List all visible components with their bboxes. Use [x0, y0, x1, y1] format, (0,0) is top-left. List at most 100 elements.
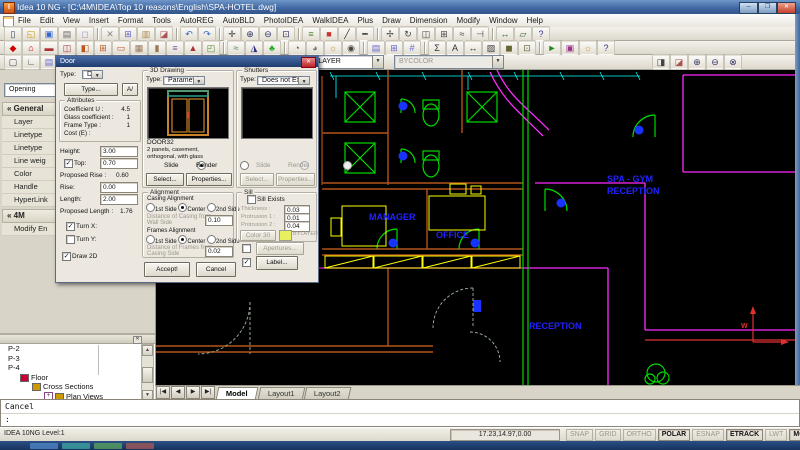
undo-icon[interactable]: ↶ — [181, 27, 197, 41]
menu-item-edit[interactable]: Edit — [40, 16, 54, 25]
casing-center-radio[interactable] — [178, 203, 187, 212]
sill-color-swatch[interactable] — [279, 230, 292, 241]
menu-item-draw[interactable]: Draw — [382, 16, 401, 25]
erase-2-icon[interactable]: ◪ — [671, 55, 687, 69]
draw-2d-checkbox[interactable]: ✓ — [62, 252, 71, 261]
window-tool-icon[interactable]: ⊞ — [95, 41, 111, 55]
door-tool-icon[interactable]: ◧ — [77, 41, 93, 55]
open-file-icon[interactable]: ◱ — [23, 27, 39, 41]
menu-item-insert[interactable]: Insert — [89, 16, 109, 25]
topography-icon[interactable]: ≈ — [228, 41, 244, 55]
tree-item-p-2[interactable]: P-2 — [2, 344, 142, 354]
text-tool-icon[interactable]: A — [447, 41, 463, 55]
area-icon[interactable]: ▱ — [515, 27, 531, 41]
frames-distance-field[interactable]: 0.02 — [205, 246, 233, 257]
rotate-icon[interactable]: ↻ — [400, 27, 416, 41]
opening-icon[interactable]: ◫ — [59, 41, 75, 55]
stairs-icon[interactable]: ≡ — [167, 41, 183, 55]
offset-icon[interactable]: ≈ — [454, 27, 470, 41]
linetype-control-icon[interactable]: ╱ — [339, 27, 355, 41]
help-icon[interactable]: ? — [533, 27, 549, 41]
type-button[interactable]: Type... — [64, 83, 118, 96]
cancel-button[interactable]: Cancel — [196, 262, 236, 277]
north-arrow-icon[interactable]: ◮ — [246, 41, 262, 55]
toggle-model[interactable]: MODEL — [789, 429, 800, 441]
menu-item-help[interactable]: Help — [527, 16, 543, 25]
view-3d-icon[interactable]: ◔ — [289, 41, 305, 55]
calc-icon[interactable]: Σ — [429, 41, 445, 55]
zoom-extents-icon[interactable]: ⊗ — [725, 55, 741, 69]
apertures-button[interactable]: Apertures... — [256, 242, 304, 255]
render-icon[interactable]: ◕ — [307, 41, 323, 55]
cut-icon[interactable]: ✕ — [102, 27, 118, 41]
label-button[interactable]: Label... — [256, 256, 298, 270]
menu-item-autoreg[interactable]: AutoREG — [180, 16, 214, 25]
select-button[interactable]: Select... — [146, 173, 184, 186]
door-type-combo[interactable]: Door ▼ — [82, 70, 103, 79]
dialog-title-bar[interactable]: Door ✕ — [56, 56, 318, 67]
length-field[interactable]: 2.00 — [100, 194, 138, 205]
frames-1st-radio[interactable] — [146, 235, 155, 244]
new-file-icon[interactable]: ▯ — [5, 27, 21, 41]
menu-item-dimension[interactable]: Dimension — [410, 16, 448, 25]
tree-item-p-4[interactable]: P-4 — [2, 363, 142, 373]
trim-icon[interactable]: ⊣ — [472, 27, 488, 41]
top-field[interactable]: 0.70 — [100, 158, 138, 169]
close-icon[interactable]: ✕ — [301, 57, 316, 68]
block-tool-icon[interactable]: ◼ — [501, 41, 517, 55]
turn-y-checkbox[interactable] — [66, 235, 75, 244]
wall-icon[interactable]: ▬ — [41, 41, 57, 55]
3d-type-combo[interactable]: Parametric ▼ — [163, 76, 205, 85]
frames-center-radio[interactable] — [178, 235, 187, 244]
maximize-button[interactable]: ❐ — [758, 2, 777, 14]
shutters-render-radio[interactable] — [343, 161, 352, 170]
sill-color-button[interactable]: Color 30 — [240, 230, 276, 241]
tree-item-floor[interactable]: Floor — [2, 373, 142, 383]
walkidea-play-icon[interactable]: ► — [544, 41, 560, 55]
print-preview-icon[interactable]: ◻ — [77, 27, 93, 41]
tree-item-cross-sections[interactable]: Cross Sections — [2, 382, 142, 392]
menu-item-window[interactable]: Window — [489, 16, 517, 25]
zoom-realtime-icon[interactable]: ⊕ — [689, 55, 705, 69]
column-icon[interactable]: ▮ — [149, 41, 165, 55]
top-checkbox[interactable]: ✓ — [64, 159, 73, 168]
tree-item-p-3[interactable]: P-3 — [2, 354, 142, 364]
save-file-icon[interactable]: ▣ — [41, 27, 57, 41]
properties-button[interactable]: Properties... — [186, 173, 232, 186]
tab-prev-icon[interactable]: ◀ — [171, 386, 185, 399]
snap-tool-icon[interactable]: # — [404, 41, 420, 55]
pan-icon[interactable]: ✛ — [224, 27, 240, 41]
layers-icon[interactable]: ≡ — [303, 27, 319, 41]
casing-distance-field[interactable]: 0.10 — [205, 215, 233, 226]
match-properties-icon[interactable]: ◨ — [653, 55, 669, 69]
casing-1st-radio[interactable] — [146, 203, 155, 212]
building-icon[interactable]: ⌂ — [23, 41, 39, 55]
mirror-icon[interactable]: ◫ — [418, 27, 434, 41]
menu-item-format[interactable]: Format — [118, 16, 143, 25]
copy-icon[interactable]: ⊞ — [120, 27, 136, 41]
grid-tool-icon[interactable]: ⊞ — [386, 41, 402, 55]
tree-header[interactable]: ✕ — [0, 335, 155, 344]
toggle-snap[interactable]: SNAP — [566, 429, 593, 441]
toggle-grid[interactable]: GRID — [595, 429, 621, 441]
menu-item-plus[interactable]: Plus — [358, 16, 374, 25]
balcony-icon[interactable]: ▭ — [113, 41, 129, 55]
shutters-select-button[interactable]: Select... — [240, 173, 274, 186]
slab-icon[interactable]: ▦ — [131, 41, 147, 55]
light-icon[interactable]: ☼ — [325, 41, 341, 55]
tab-last-icon[interactable]: ▶| — [201, 386, 215, 399]
shutters-type-combo[interactable]: Does not Exist ▼ — [257, 76, 310, 85]
select-tool-icon[interactable]: ▢ — [5, 55, 21, 69]
menu-item-autobld[interactable]: AutoBLD — [223, 16, 255, 25]
accept-button[interactable]: Accept! — [144, 262, 190, 277]
tree-symbol-icon[interactable]: ♣ — [264, 41, 280, 55]
close-button[interactable]: ✕ — [777, 2, 796, 14]
toggle-ortho[interactable]: ORTHO — [623, 429, 656, 441]
command-window[interactable]: Cancel : — [0, 399, 800, 427]
photoidea-icon[interactable]: ▣ — [562, 41, 578, 55]
apertures-checkbox[interactable] — [242, 244, 251, 253]
height-field[interactable]: 3.00 — [100, 146, 138, 157]
close-icon[interactable]: ✕ — [133, 336, 142, 344]
tree-scrollbar[interactable]: ▲ ▼ — [141, 344, 154, 402]
array-icon[interactable]: ⊞ — [436, 27, 452, 41]
